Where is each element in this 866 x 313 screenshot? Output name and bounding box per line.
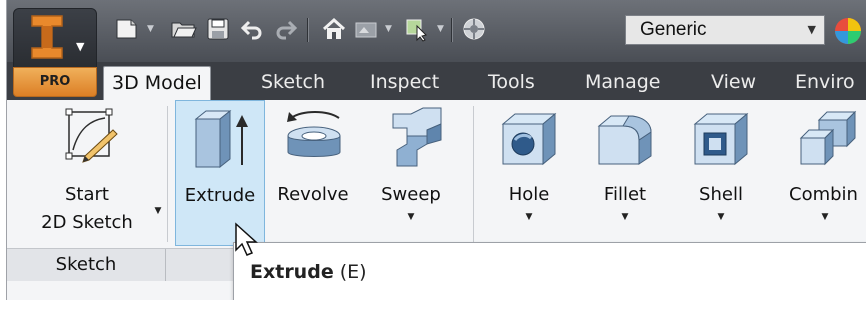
combine-dropdown-icon[interactable]: ▼ — [805, 212, 845, 222]
fillet-button[interactable]: Fillet ▼ — [579, 100, 671, 246]
mouse-pointer-icon — [235, 222, 258, 256]
start-sketch-label-line1: Start — [65, 184, 109, 205]
tab-view[interactable]: View — [711, 66, 756, 100]
fillet-icon — [597, 115, 652, 165]
tooltip: Extrude (E) — [233, 242, 866, 300]
hole-icon — [501, 112, 557, 166]
start-2d-sketch-button[interactable]: Start 2D Sketch ▼ — [17, 100, 161, 246]
undo-icon[interactable] — [237, 16, 267, 42]
combine-label: Combin — [789, 184, 858, 205]
fillet-dropdown-icon[interactable]: ▼ — [579, 212, 671, 222]
new-file-dropdown-icon[interactable]: ▼ — [147, 24, 154, 34]
start-sketch-dropdown-icon[interactable]: ▼ — [153, 206, 163, 216]
panel-title-sketch[interactable]: Sketch — [7, 249, 166, 281]
projects-dropdown-icon[interactable]: ▼ — [385, 24, 392, 34]
tab-tools[interactable]: Tools — [488, 66, 535, 100]
extrude-icon — [194, 109, 248, 169]
chevron-down-icon[interactable]: ▼ — [808, 23, 816, 36]
toolbar-separator — [451, 18, 452, 42]
revolve-button[interactable]: Revolve — [269, 100, 357, 246]
sweep-label: Sweep — [381, 184, 441, 205]
shell-label: Shell — [699, 184, 743, 205]
tooltip-text: Extrude (E) — [250, 261, 367, 283]
tab-inspect[interactable]: Inspect — [370, 66, 439, 100]
ribbon-panel: Start 2D Sketch ▼ Extrude Revolve Sweep … — [7, 100, 866, 300]
shell-icon — [693, 112, 749, 166]
projects-icon[interactable] — [351, 16, 381, 42]
panel-separator — [167, 106, 168, 242]
shell-dropdown-icon[interactable]: ▼ — [675, 212, 767, 222]
combine-icon — [799, 110, 857, 166]
redo-icon[interactable] — [271, 16, 301, 42]
sweep-icon — [392, 107, 442, 167]
appearance-select-value: Generic — [640, 19, 707, 40]
start-sketch-label-line2: 2D Sketch — [41, 212, 133, 233]
tab-manage[interactable]: Manage — [585, 66, 660, 100]
revolve-icon — [287, 111, 341, 157]
tab-environments[interactable]: Enviro — [795, 66, 855, 100]
edition-badge: PRO — [13, 67, 97, 97]
appearance-select[interactable]: Generic ▼ — [625, 15, 825, 45]
sweep-dropdown-icon[interactable]: ▼ — [361, 212, 461, 222]
shell-button[interactable]: Shell ▼ — [675, 100, 767, 246]
hole-label: Hole — [508, 184, 550, 205]
new-file-icon[interactable] — [110, 16, 144, 42]
material-sphere-icon[interactable] — [459, 16, 489, 42]
inventor-logo-icon — [31, 15, 63, 59]
application-menu-button[interactable]: ▼ PRO — [13, 8, 97, 97]
ribbon-tab-bar: 3D Model Sketch Inspect Tools Manage Vie… — [7, 62, 866, 101]
sweep-button[interactable]: Sweep ▼ — [361, 100, 461, 246]
panel-separator — [473, 106, 474, 242]
select-filter-dropdown-icon[interactable]: ▼ — [437, 24, 444, 34]
combine-button[interactable]: Combin ▼ — [779, 100, 866, 246]
tooltip-title: Extrude — [250, 261, 334, 283]
select-filter-icon[interactable] — [401, 16, 431, 42]
color-override-icon[interactable] — [833, 16, 863, 46]
hole-dropdown-icon[interactable]: ▼ — [483, 212, 575, 222]
app-menu-dropdown-icon: ▼ — [76, 40, 85, 53]
open-folder-icon[interactable] — [167, 16, 201, 42]
tab-sketch[interactable]: Sketch — [261, 66, 325, 100]
quick-access-toolbar: ▼ ▼ ▼ Generic ▼ — [7, 0, 866, 62]
hole-button[interactable]: Hole ▼ — [483, 100, 575, 246]
extrude-label: Extrude — [184, 185, 256, 206]
fillet-label: Fillet — [603, 184, 647, 205]
tooltip-shortcut: (E) — [339, 261, 367, 283]
revolve-label: Revolve — [277, 184, 349, 205]
toolbar-separator — [307, 18, 308, 42]
home-icon[interactable] — [319, 16, 349, 42]
screenshot-frame: ▼ ▼ ▼ Generic ▼ ▼ PRO 3D Model Sketch In… — [0, 0, 866, 300]
save-icon[interactable] — [203, 16, 233, 42]
inventor-window: ▼ ▼ ▼ Generic ▼ ▼ PRO 3D Model Sketch In… — [6, 0, 866, 300]
tab-3d-model[interactable]: 3D Model — [103, 66, 211, 101]
sketch-plane-icon — [65, 108, 118, 163]
